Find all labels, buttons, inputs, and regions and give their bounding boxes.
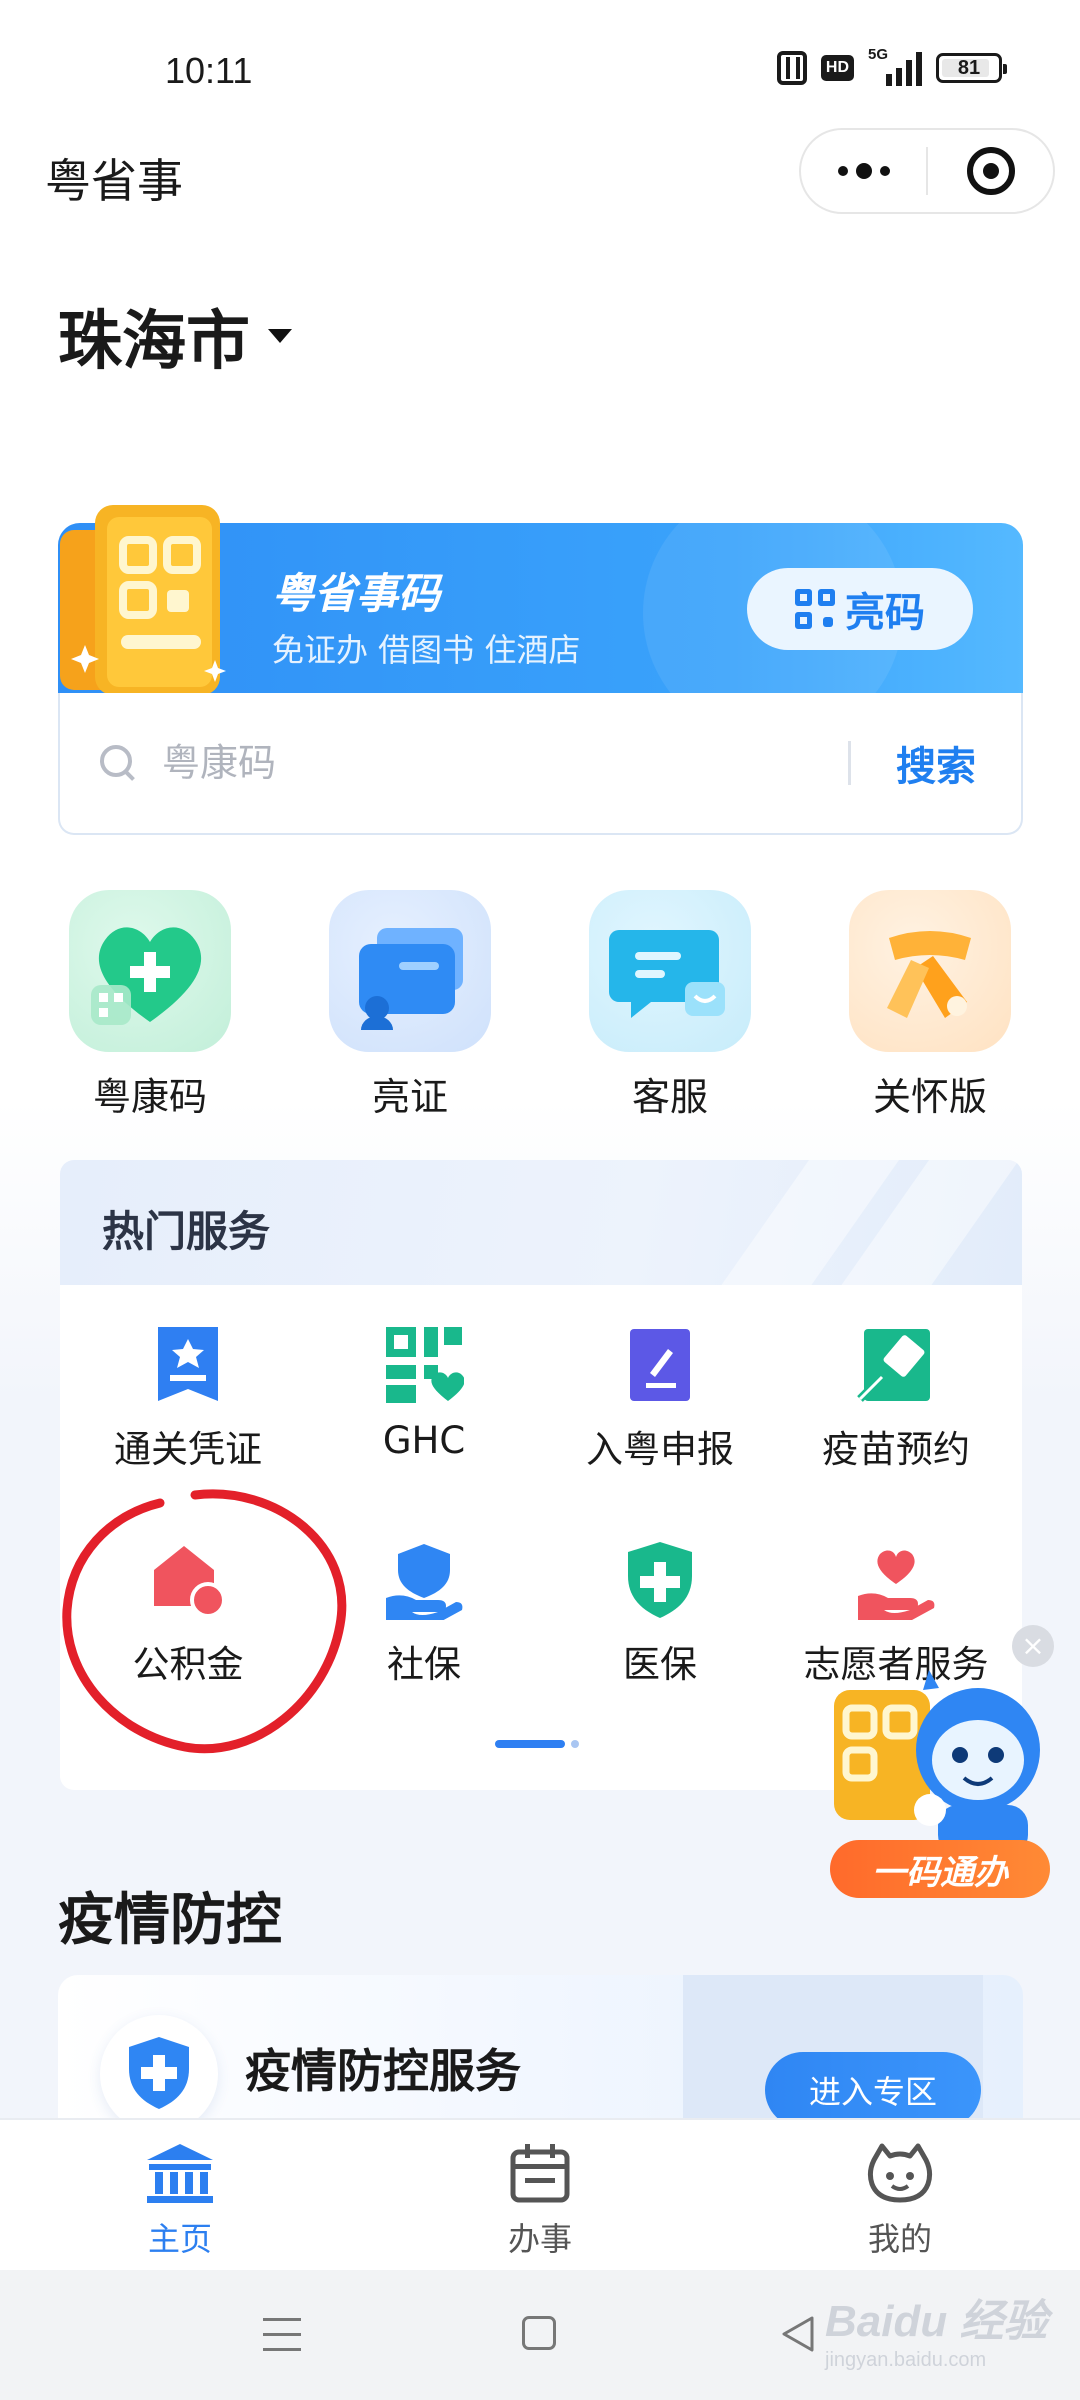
profile-face-icon	[867, 2143, 933, 2203]
quick-action-care-mode[interactable]: 关怀版	[840, 890, 1020, 1121]
show-code-label: 亮码	[845, 590, 925, 636]
quick-action-customer-service[interactable]: 客服	[580, 890, 760, 1121]
battery-icon: 81	[936, 53, 1007, 83]
nfc-icon	[776, 51, 807, 85]
home-building-icon	[147, 2144, 213, 2203]
back-button[interactable]	[778, 2314, 818, 2354]
ghc-qr-heart-icon	[384, 1325, 465, 1405]
vaccine-syringe-icon	[856, 1325, 936, 1405]
watermark-brand: Baidu 经验	[825, 2297, 1048, 2346]
code-banner-subtitle: 免证办 借图书 住酒店	[272, 631, 581, 669]
service-entry-declaration[interactable]: 入粤申报	[542, 1325, 778, 1473]
network-type: 5G	[868, 46, 889, 63]
tab-label: 主页	[147, 2220, 212, 2258]
medical-shield-icon	[129, 2037, 189, 2109]
quick-action-show-id[interactable]: 亮证	[320, 890, 500, 1121]
close-mini-program-button[interactable]	[928, 147, 1053, 195]
tab-home[interactable]: 主页	[0, 2120, 360, 2270]
more-button[interactable]	[801, 163, 926, 179]
epidemic-card-title: 疫情防控服务	[245, 2044, 521, 2098]
status-time: 10:11	[165, 50, 253, 91]
yss-code-card-icon	[60, 505, 226, 695]
scarf-icon	[849, 890, 1011, 1052]
service-vaccine-appointment[interactable]: 疫苗预约	[778, 1325, 1014, 1473]
quick-action-label: 亮证	[371, 1075, 448, 1119]
city-name: 珠海市	[58, 305, 250, 379]
calendar-icon	[510, 2144, 570, 2203]
service-customs-certificate[interactable]: 通关凭证	[70, 1325, 306, 1473]
social-security-hand-icon	[384, 1540, 464, 1622]
app-title: 粤省事	[45, 154, 183, 208]
quick-action-health-code[interactable]: 粤康码	[60, 890, 240, 1121]
enter-zone-button[interactable]: 进入专区	[765, 2052, 981, 2128]
id-cards-icon	[329, 890, 491, 1052]
recent-apps-button[interactable]	[263, 2318, 301, 2352]
service-label: 医保	[623, 1643, 697, 1686]
page-dot-active	[495, 1740, 565, 1748]
one-code-service-label[interactable]: 一码通办	[830, 1840, 1050, 1898]
medical-insurance-shield-icon	[620, 1540, 700, 1620]
search-input[interactable]	[162, 741, 848, 785]
qr-code-icon	[795, 589, 835, 629]
code-banner-title: 粤省事码	[272, 569, 441, 618]
tab-mine[interactable]: 我的	[720, 2120, 1080, 2270]
home-button[interactable]	[522, 2316, 556, 2350]
search-button[interactable]: 搜索	[851, 734, 1021, 792]
tab-label: 办事	[507, 2220, 572, 2258]
hd-icon: HD	[820, 55, 854, 81]
quick-action-label: 粤康码	[92, 1075, 207, 1119]
status-icons: HD 5G 81	[776, 46, 1007, 86]
chat-bubble-icon	[589, 890, 751, 1052]
target-icon	[966, 147, 1015, 195]
quick-action-label: 关怀版	[872, 1075, 987, 1119]
service-label: GHC	[382, 1419, 466, 1462]
battery-level: 81	[957, 56, 981, 79]
service-ghc[interactable]: GHC	[306, 1325, 542, 1462]
epidemic-shield-badge	[100, 2015, 218, 2133]
health-code-heart-icon	[69, 890, 231, 1052]
service-label: 入粤申报	[586, 1428, 734, 1471]
bottom-tab-bar: 主页 办事 我的	[0, 2118, 1080, 2270]
caret-down-icon	[268, 329, 292, 343]
hot-services-title: 热门服务	[102, 1207, 271, 1256]
search-icon	[100, 745, 136, 781]
show-code-button[interactable]: 亮码	[747, 568, 973, 650]
volunteer-heart-hand-icon	[856, 1540, 936, 1620]
mini-program-capsule	[799, 128, 1055, 214]
signal-icon: 5G	[868, 46, 922, 86]
baidu-jingyan-watermark: Baidu 经验 jingyan.baidu.com	[825, 2285, 1047, 2372]
search-bar: 搜索	[58, 693, 1023, 835]
tab-services[interactable]: 办事	[360, 2120, 720, 2270]
page-indicator	[495, 1740, 579, 1748]
declaration-pen-icon	[620, 1325, 700, 1405]
epidemic-section-title: 疫情防控	[58, 1888, 282, 1953]
service-label: 通关凭证	[114, 1428, 262, 1471]
watermark-url: jingyan.baidu.com	[825, 2349, 987, 2371]
quick-action-label: 客服	[631, 1075, 708, 1119]
red-circle-annotation	[62, 1489, 347, 1754]
hot-services-header: 热门服务	[60, 1160, 1022, 1300]
service-label: 疫苗预约	[822, 1428, 970, 1471]
page-dot	[571, 1740, 579, 1748]
customs-certificate-icon	[148, 1325, 228, 1405]
service-medical-insurance[interactable]: 医保	[542, 1540, 778, 1688]
tab-label: 我的	[867, 2220, 932, 2258]
city-selector[interactable]: 珠海市	[58, 290, 292, 382]
